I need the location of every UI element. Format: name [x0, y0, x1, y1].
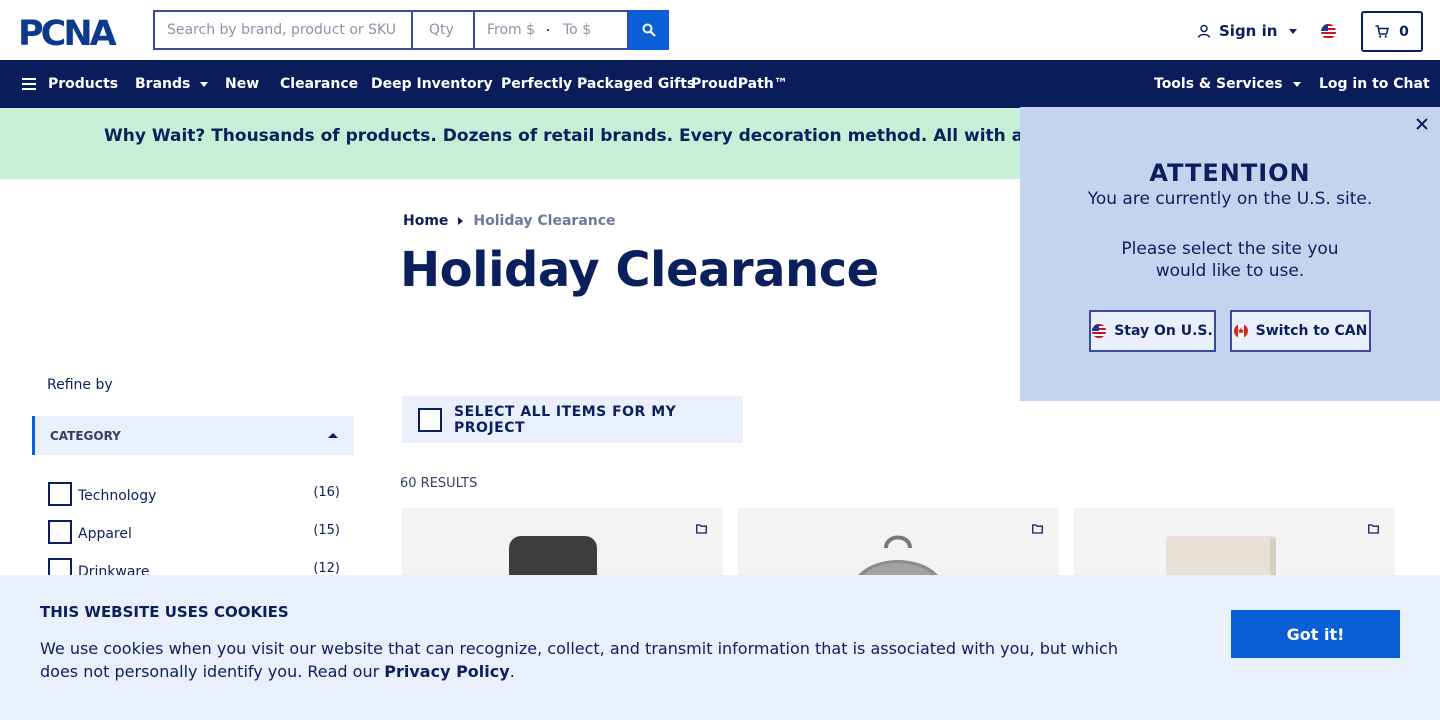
pcna-logo[interactable]: PCNA — [18, 14, 138, 50]
stay-us-label: Stay On U.S. — [1114, 323, 1213, 339]
nav-chat[interactable]: Log in to Chat — [1319, 60, 1430, 108]
privacy-policy-link[interactable]: Privacy Policy — [384, 662, 509, 681]
nav-tools-services[interactable]: Tools & Services — [1154, 60, 1301, 108]
nav-brands-label: Brands — [135, 76, 191, 92]
results-count: 60 RESULTS — [400, 476, 478, 491]
search-button[interactable] — [629, 10, 669, 50]
modal-title: ATTENTION — [1149, 159, 1311, 187]
breadcrumb-home[interactable]: Home — [403, 213, 448, 229]
site-selection-modal: ATTENTION You are currently on the U.S. … — [1020, 107, 1440, 401]
stay-us-button[interactable]: Stay On U.S. — [1089, 310, 1216, 352]
top-header: PCNA Sign in — [0, 0, 1440, 60]
cookie-period: . — [509, 662, 515, 681]
category-count: (16) — [313, 484, 340, 500]
close-icon[interactable] — [1415, 117, 1429, 131]
price-range — [473, 10, 629, 50]
chevron-right-icon — [458, 217, 464, 225]
nav-new[interactable]: New — [225, 60, 259, 108]
qty-input[interactable] — [411, 10, 473, 50]
folder-icon[interactable] — [696, 524, 707, 534]
cookie-message: We use cookies when you visit our websit… — [40, 637, 1130, 683]
nav-tools-label: Tools & Services — [1154, 76, 1283, 92]
category-header-label: CATEGORY — [50, 428, 121, 443]
breadcrumb: Home Holiday Clearance — [403, 213, 616, 229]
chevron-down-icon — [1289, 28, 1298, 34]
modal-instruction: would like to use. — [1155, 261, 1305, 281]
cookie-text: We use cookies when you visit our websit… — [40, 639, 1118, 681]
search-bar — [153, 10, 669, 50]
select-all-items[interactable]: SELECT ALL ITEMS FOR MY PROJECT — [402, 396, 743, 443]
category-label: Apparel — [78, 525, 132, 542]
main-nav: Products Brands New Clearance Deep Inven… — [0, 60, 1440, 108]
folder-icon[interactable] — [1368, 524, 1379, 534]
cart-icon — [1375, 25, 1390, 38]
modal-message: You are currently on the U.S. site. — [1087, 189, 1373, 209]
nav-clearance[interactable]: Clearance — [280, 60, 358, 108]
breadcrumb-current: Holiday Clearance — [473, 213, 616, 229]
canada-flag-icon — [1233, 324, 1248, 338]
category-option[interactable]: Apparel (15) — [48, 520, 340, 544]
chevron-down-icon — [200, 81, 209, 87]
category-checkbox[interactable] — [48, 482, 72, 506]
cookie-banner: THIS WEBSITE USES COOKIES We use cookies… — [0, 575, 1440, 720]
search-input[interactable] — [153, 10, 411, 50]
category-count: (12) — [313, 560, 340, 576]
modal-instruction: Please select the site you — [1121, 239, 1339, 259]
cart-button[interactable]: 0 — [1361, 11, 1423, 52]
sign-in-label: Sign in — [1219, 22, 1278, 40]
category-checkbox[interactable] — [48, 520, 72, 544]
category-label: Technology — [78, 487, 157, 504]
nav-deep-inventory[interactable]: Deep Inventory — [371, 60, 493, 108]
svg-text:PCNA: PCNA — [18, 14, 117, 50]
price-from-input[interactable] — [487, 22, 539, 38]
select-all-checkbox[interactable] — [418, 407, 442, 432]
range-dash — [547, 29, 549, 31]
refine-by-label: Refine by — [47, 377, 113, 393]
page-title: Holiday Clearance — [400, 242, 879, 298]
promo-text: Why Wait? Thousands of products. Dozens … — [104, 126, 1116, 146]
folder-icon[interactable] — [1032, 524, 1043, 534]
switch-can-button[interactable]: Switch to CAN — [1230, 310, 1371, 352]
us-flag-icon — [1092, 324, 1107, 338]
switch-can-label: Switch to CAN — [1255, 323, 1368, 339]
cookie-title: THIS WEBSITE USES COOKIES — [40, 603, 289, 621]
chevron-up-icon — [328, 433, 338, 438]
category-option[interactable]: Technology (16) — [48, 482, 340, 506]
price-to-input[interactable] — [563, 22, 615, 38]
search-icon — [642, 23, 656, 37]
nav-brands[interactable]: Brands — [135, 60, 209, 108]
sign-in-menu[interactable]: Sign in — [1197, 20, 1298, 42]
got-it-button[interactable]: Got it! — [1231, 610, 1400, 658]
us-flag-icon[interactable] — [1321, 24, 1336, 39]
nav-gifts[interactable]: Perfectly Packaged Gifts — [501, 60, 695, 108]
nav-products-label: Products — [48, 76, 119, 92]
category-count: (15) — [313, 522, 340, 538]
nav-proudpath[interactable]: ProudPath™ — [691, 60, 788, 108]
category-filter-header[interactable]: CATEGORY — [32, 416, 354, 455]
cart-count: 0 — [1399, 23, 1409, 40]
nav-products[interactable]: Products — [22, 60, 118, 108]
hamburger-icon — [22, 78, 36, 90]
chevron-down-icon — [1292, 81, 1301, 87]
select-all-label: SELECT ALL ITEMS FOR MY PROJECT — [454, 403, 677, 436]
user-icon — [1197, 24, 1211, 38]
